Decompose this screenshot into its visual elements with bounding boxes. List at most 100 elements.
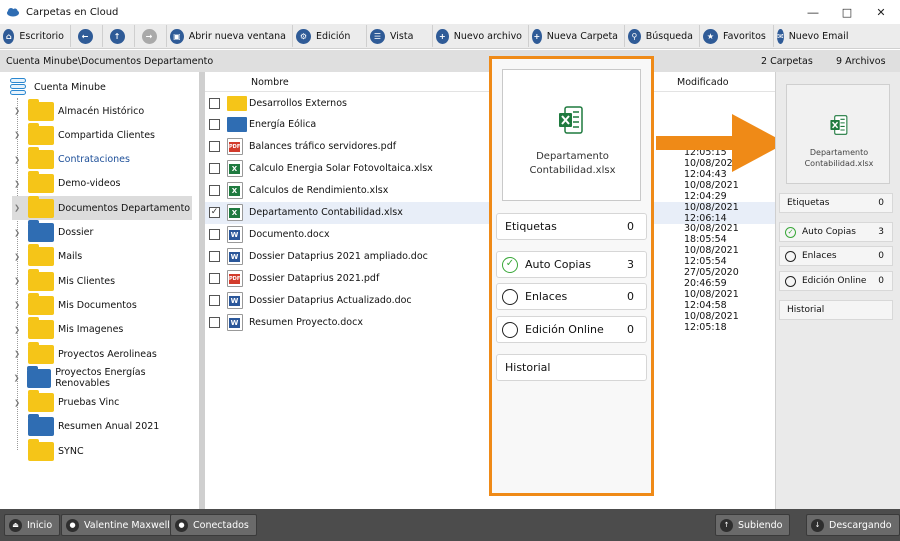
row-checkbox[interactable] <box>209 250 220 262</box>
right-edicion-online-button[interactable]: Edición Online 0 <box>779 271 893 291</box>
status-bar: ⏏ Inicio ● Valentine Maxwell ● Conectados ↑… <box>0 509 900 541</box>
tree-folder-item[interactable]: ❯ Pruebas Vinc <box>12 390 192 415</box>
up-arrow-icon: ↑ <box>109 28 125 44</box>
minimize-icon[interactable]: ― <box>796 0 830 24</box>
chevron-right-icon[interactable]: ❯ <box>12 277 22 285</box>
chevron-right-icon[interactable]: ❯ <box>12 253 22 261</box>
chevron-right-icon[interactable]: ❯ <box>12 350 22 358</box>
chevron-right-icon[interactable]: ❯ <box>12 326 22 334</box>
busqueda-button[interactable]: ⚲ Búsqueda <box>625 25 700 47</box>
row-checkbox[interactable] <box>209 163 220 175</box>
abrir-nueva-ventana-button[interactable]: ▣ Abrir nueva ventana <box>167 25 293 47</box>
tree-folder-item[interactable]: ❯ Demo-videos <box>12 171 192 196</box>
tree-folder-item[interactable]: ❯ Mis Documentos <box>12 292 192 317</box>
user-icon: ● <box>66 518 79 532</box>
row-checkbox[interactable]: ✓ <box>209 207 220 218</box>
tree-folder-item[interactable]: ❯ Proyectos Energías Renovables <box>12 365 192 390</box>
right-auto-copias-button[interactable]: ✓ Auto Copias 3 <box>779 222 893 242</box>
column-header-name[interactable]: Nombre <box>251 77 289 88</box>
chevron-right-icon[interactable]: ❯ <box>12 180 22 188</box>
nuevo-archivo-button[interactable]: + Nuevo archivo <box>433 25 529 47</box>
row-checkbox[interactable] <box>209 141 220 153</box>
row-checkbox[interactable] <box>209 294 220 306</box>
tree-root[interactable]: Cuenta Minube <box>10 78 106 96</box>
descargando-button[interactable]: ↓ Descargando <box>806 514 900 536</box>
tree-folder-item[interactable]: ❯ Mis Clientes <box>12 268 192 293</box>
right-preview-card[interactable]: Departamento Contabilidad.xlsx <box>786 84 890 184</box>
tree-folder-item[interactable]: ❯ Almacén Histórico <box>12 98 192 123</box>
file-count: 9 Archivos <box>836 56 886 67</box>
preview-file-name: Departamento Contabilidad.xlsx <box>529 151 616 176</box>
row-checkbox[interactable] <box>209 228 220 240</box>
excel-file-icon <box>227 182 243 200</box>
right-enlaces-button[interactable]: Enlaces 0 <box>779 246 893 266</box>
maximize-icon[interactable]: □ <box>830 0 864 24</box>
auto-copias-button[interactable]: ✓ Auto Copias 3 <box>496 251 647 278</box>
right-etiquetas-button[interactable]: Etiquetas 0 <box>779 193 893 213</box>
row-checkbox[interactable] <box>209 316 220 328</box>
tree-folder-item[interactable]: ❯ Dossier <box>12 220 192 245</box>
column-header-modified[interactable]: Modificado <box>677 77 729 88</box>
tree-folder-item[interactable]: ❯ Proyectos Aerolineas <box>12 341 192 366</box>
empty-circle-icon <box>785 275 796 287</box>
nueva-carpeta-button[interactable]: + Nueva Carpeta <box>529 25 625 47</box>
file-name: Calculos de Rendimiento.xlsx <box>249 185 389 197</box>
tree-folder-item[interactable]: ❯ Mis Imagenes <box>12 317 192 342</box>
file-modified-date: 10/08/2021 12:04:29 <box>684 179 739 202</box>
favoritos-button[interactable]: ★ Favoritos <box>700 25 774 47</box>
eject-icon: ⏏ <box>9 518 22 532</box>
file-modified-date: 27/05/2020 20:46:59 <box>684 267 739 290</box>
tree-folder-item[interactable]: SYNC <box>12 438 192 463</box>
conectados-button[interactable]: ● Conectados <box>170 514 257 536</box>
tree-folder-item[interactable]: ❯ Contrataciones <box>12 147 192 172</box>
preview-card[interactable]: Departamento Contabilidad.xlsx <box>502 69 641 201</box>
folder-icon <box>28 122 54 145</box>
folder-icon <box>28 268 54 291</box>
tree-folder-item[interactable]: ❯ Documentos Departamento <box>12 195 192 221</box>
chevron-right-icon[interactable]: ❯ <box>12 156 22 164</box>
file-modified-date: 30/08/2021 18:05:54 <box>684 223 739 246</box>
back-arrow-icon: ← <box>77 28 93 44</box>
edicion-online-button[interactable]: Edición Online 0 <box>496 316 647 343</box>
chevron-right-icon[interactable]: ❯ <box>12 107 22 115</box>
close-icon[interactable]: ✕ <box>864 0 898 24</box>
folder-icon <box>28 220 54 242</box>
subiendo-button[interactable]: ↑ Subiendo <box>715 514 791 536</box>
chevron-right-icon[interactable]: ❯ <box>12 131 22 139</box>
chevron-right-icon[interactable]: ❯ <box>12 399 22 407</box>
empty-circle-icon <box>785 250 796 262</box>
tree-folder-label: Mis Documentos <box>58 299 137 311</box>
historial-button[interactable]: Historial <box>496 354 647 381</box>
download-icon: ↓ <box>811 518 824 532</box>
chevron-right-icon[interactable]: ❯ <box>12 204 22 212</box>
enlaces-button[interactable]: Enlaces 0 <box>496 283 647 310</box>
up-button[interactable]: ↑ <box>103 25 135 47</box>
row-checkbox[interactable] <box>209 272 220 284</box>
row-checkbox[interactable] <box>209 119 220 131</box>
chevron-right-icon[interactable]: ❯ <box>12 229 22 237</box>
back-button[interactable]: ← <box>71 25 103 47</box>
tree-folder-label: Pruebas Vinc <box>58 397 120 409</box>
vista-button[interactable]: ☰ Vista <box>367 25 433 47</box>
tree-folder-label: Proyectos Energías Renovables <box>55 367 146 390</box>
chevron-right-icon[interactable]: ❯ <box>12 301 22 309</box>
folder-icon <box>28 244 54 267</box>
inicio-button[interactable]: ⏏ Inicio <box>4 514 61 536</box>
tree-folder-item[interactable]: ❯ Compartida Clientes <box>12 122 192 147</box>
file-modified-date: 10/08/2021 12:06:14 <box>684 201 739 224</box>
nuevo-email-button[interactable]: ✉ Nuevo Email <box>774 25 854 47</box>
etiquetas-button[interactable]: Etiquetas 0 <box>496 213 647 240</box>
row-checkbox[interactable] <box>209 97 220 109</box>
file-name: Dossier Dataprius 2021 ampliado.doc <box>249 250 428 262</box>
file-name: Energía Eólica <box>249 119 317 131</box>
forward-button[interactable]: → <box>135 25 167 47</box>
edicion-button[interactable]: ⚙ Edición <box>293 25 367 47</box>
row-checkbox[interactable] <box>209 185 220 197</box>
escritorio-button[interactable]: ⌂ Escritorio <box>0 25 71 47</box>
user-button[interactable]: ● Valentine Maxwell <box>61 514 178 536</box>
tree-folder-item[interactable]: ❯ Mails <box>12 244 192 269</box>
right-historial-button[interactable]: Historial <box>779 300 893 320</box>
tree-folder-item[interactable]: Resumen Anual 2021 <box>12 414 192 439</box>
word-file-icon <box>227 313 243 331</box>
chevron-right-icon[interactable]: ❯ <box>12 374 21 382</box>
